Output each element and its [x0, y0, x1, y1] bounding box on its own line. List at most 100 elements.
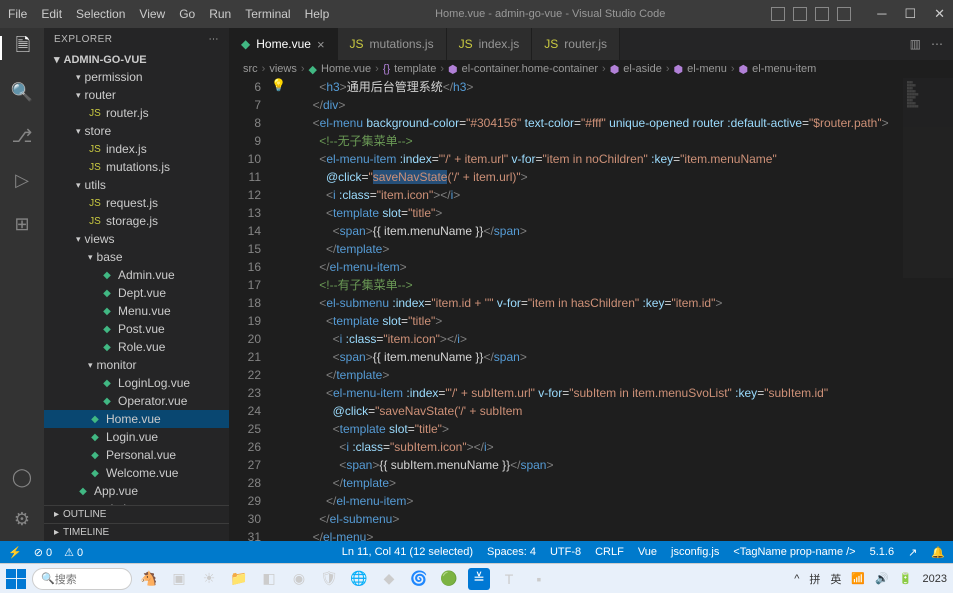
explorer-icon[interactable]: 🗎 [0, 36, 44, 60]
tab-index-js[interactable]: JS index.js [447, 28, 533, 60]
taskbar-vscode[interactable]: ≚ [468, 568, 490, 590]
tray-ime-icon[interactable]: 拼 [809, 571, 820, 587]
file-item[interactable]: ◆Home.vue [44, 410, 229, 428]
file-item[interactable]: ◆Menu.vue [44, 302, 229, 320]
more-icon[interactable]: ⋯ [931, 37, 943, 51]
minimize-button[interactable]: ─ [877, 6, 886, 22]
status-errors[interactable]: ⊘ 0 [34, 546, 52, 559]
search-icon[interactable]: 🔍 [10, 80, 34, 104]
minimap[interactable]: ████████████████████████████████████████… [903, 78, 953, 278]
layout-icon[interactable] [793, 7, 807, 21]
file-item[interactable]: ◆Post.vue [44, 320, 229, 338]
file-item[interactable]: ◆Operator.vue [44, 392, 229, 410]
taskbar-chrome[interactable]: 🌐 [348, 568, 370, 590]
system-tray[interactable]: ^ 拼 英 📶 🔊 🔋 2023 [794, 571, 947, 587]
indent-status[interactable]: Spaces: 4 [487, 546, 536, 559]
remote-icon[interactable]: ⚡ [8, 546, 22, 559]
file-item[interactable]: ◆Admin.vue [44, 266, 229, 284]
file-item[interactable]: ◆Login.vue [44, 428, 229, 446]
file-item[interactable]: ◆Welcome.vue [44, 464, 229, 482]
outline-section[interactable]: ▸OUTLINE [44, 505, 229, 523]
layout-icon[interactable] [815, 7, 829, 21]
code-content[interactable]: <h3>通用后台管理系统</h3> </div> <el-menu backgr… [286, 78, 953, 541]
file-item[interactable]: ◆Personal.vue [44, 446, 229, 464]
extensions-icon[interactable]: ⊞ [10, 212, 34, 236]
taskbar-explorer[interactable]: 📁 [228, 568, 250, 590]
menu-edit[interactable]: Edit [41, 7, 62, 21]
folder-item[interactable]: ▾monitor [44, 356, 229, 374]
notifications-icon[interactable]: 🔔 [931, 546, 945, 559]
taskbar-terminal[interactable]: ▪ [528, 568, 550, 590]
file-item[interactable]: ◆LoginLog.vue [44, 374, 229, 392]
jsconfig-status[interactable]: jsconfig.js [671, 546, 719, 559]
file-item[interactable]: JSrequest.js [44, 194, 229, 212]
menu-help[interactable]: Help [305, 7, 330, 21]
taskbar-app[interactable]: 🟢 [438, 568, 460, 590]
lightbulb-icon[interactable]: 💡 [271, 78, 286, 541]
tray-lang-icon[interactable]: 英 [830, 571, 841, 587]
file-item[interactable]: ◆Role.vue [44, 338, 229, 356]
settings-icon[interactable]: ⚙ [10, 507, 34, 531]
folder-item[interactable]: ▾base [44, 248, 229, 266]
taskbar-search[interactable]: 🔍 搜索 [32, 568, 132, 590]
tray-volume-icon[interactable]: 🔊 [875, 572, 889, 585]
start-button[interactable] [6, 569, 26, 589]
tray-date[interactable]: 2023 [923, 573, 947, 585]
menu-go[interactable]: Go [179, 7, 195, 21]
project-root[interactable]: ▾ ADMIN-GO-VUE [44, 51, 229, 68]
tab-home-vue[interactable]: ◆ Home.vue × [229, 28, 338, 60]
encoding-status[interactable]: UTF-8 [550, 546, 581, 559]
taskbar-app[interactable]: T [498, 568, 520, 590]
taskbar-app[interactable]: ◉ [288, 568, 310, 590]
source-control-icon[interactable]: ⎇ [10, 124, 34, 148]
folder-item[interactable]: ▾permission [44, 68, 229, 86]
menu-selection[interactable]: Selection [76, 7, 125, 21]
run-debug-icon[interactable]: ▷ [10, 168, 34, 192]
file-item[interactable]: ◆App.vue [44, 482, 229, 500]
taskbar-app[interactable]: 🛡 [318, 568, 340, 590]
menu-run[interactable]: Run [209, 7, 231, 21]
tagname-status[interactable]: <TagName prop-name /> [733, 546, 855, 559]
taskbar-edge[interactable]: 🌀 [408, 568, 430, 590]
account-icon[interactable]: ◯ [10, 465, 34, 489]
timeline-section[interactable]: ▸TIMELINE [44, 523, 229, 541]
more-icon[interactable]: ⋯ [209, 34, 220, 45]
menu-terminal[interactable]: Terminal [245, 7, 290, 21]
editor[interactable]: 6789101112131415161718192021222324252627… [229, 78, 953, 541]
language-mode[interactable]: Vue [638, 546, 657, 559]
file-item[interactable]: JSindex.js [44, 140, 229, 158]
file-item[interactable]: JSmutations.js [44, 158, 229, 176]
folder-item[interactable]: ▾utils [44, 176, 229, 194]
tray-up-icon[interactable]: ^ [794, 573, 799, 585]
breadcrumb[interactable]: src› views› ◆Home.vue› {}template› ⬢el-c… [229, 60, 953, 78]
vue-icon: ◆ [88, 414, 102, 425]
version-status[interactable]: 5.1.6 [870, 546, 894, 559]
eol-status[interactable]: CRLF [595, 546, 624, 559]
layout-icon[interactable] [771, 7, 785, 21]
file-item[interactable]: ◆Dept.vue [44, 284, 229, 302]
tab-mutations-js[interactable]: JS mutations.js [338, 28, 447, 60]
folder-item[interactable]: ▾views [44, 230, 229, 248]
taskbar-app[interactable]: ◧ [258, 568, 280, 590]
layout-icon[interactable] [837, 7, 851, 21]
maximize-button[interactable]: ☐ [904, 6, 916, 22]
tray-wifi-icon[interactable]: 📶 [851, 572, 865, 585]
taskbar-app[interactable]: 🐴 [138, 568, 160, 590]
status-warnings[interactable]: ⚠ 0 [64, 546, 83, 559]
taskbar-app[interactable]: ☀ [198, 568, 220, 590]
split-editor-icon[interactable]: ▥ [910, 37, 921, 51]
close-button[interactable]: ✕ [934, 6, 945, 22]
file-item[interactable]: JSrouter.js [44, 104, 229, 122]
file-item[interactable]: JSstorage.js [44, 212, 229, 230]
tab-router-js[interactable]: JS router.js [532, 28, 620, 60]
menu-file[interactable]: File [8, 7, 27, 21]
menu-view[interactable]: View [139, 7, 165, 21]
folder-item[interactable]: ▾router [44, 86, 229, 104]
feedback-icon[interactable]: ↗ [908, 546, 917, 559]
taskbar-app[interactable]: ◆ [378, 568, 400, 590]
cursor-position[interactable]: Ln 11, Col 41 (12 selected) [342, 546, 473, 559]
taskbar-app[interactable]: ▣ [168, 568, 190, 590]
folder-item[interactable]: ▾store [44, 122, 229, 140]
tray-battery-icon[interactable]: 🔋 [899, 572, 913, 585]
close-icon[interactable]: × [317, 37, 325, 52]
